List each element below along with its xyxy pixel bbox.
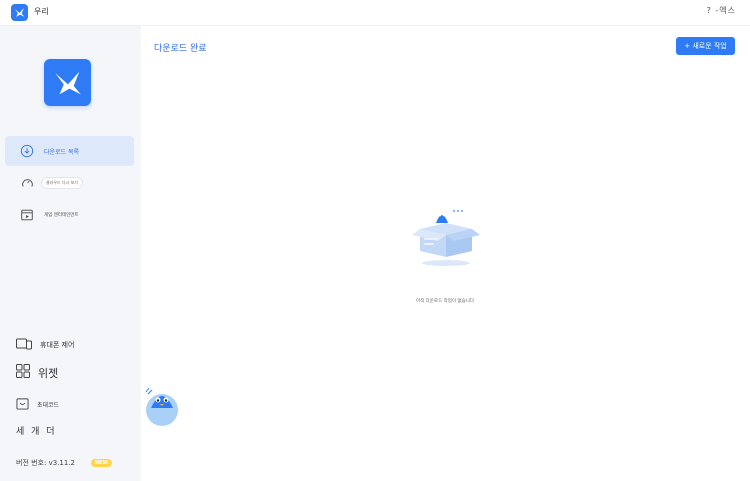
sidebar-item-games[interactable]: 게임 엔터테인먼트 — [5, 200, 134, 230]
sidebar-item-cloud[interactable]: 클라우드 다시 보기 — [5, 168, 134, 198]
invite-code-button[interactable]: 초대코드 — [16, 395, 59, 414]
app-logo-icon — [44, 59, 91, 106]
gift-icon — [16, 395, 29, 414]
sidebar-item-downloads[interactable]: 다운로드 목록 — [5, 136, 134, 166]
grid-icon — [16, 363, 30, 382]
sidebar: 다운로드 목록 클라우드 다시 보기 게임 엔터테인먼트 휴대폰 제어 위젯 초… — [0, 26, 141, 481]
version-info: 버전 번호: v3.11.2 NEW — [16, 458, 113, 468]
widgets-button[interactable]: 위젯 — [16, 363, 58, 382]
more-label: 세 개 더 — [16, 427, 57, 437]
new-task-button[interactable]: + 새로운 작업 — [676, 37, 735, 55]
widgets-label: 위젯 — [38, 366, 59, 380]
mascot-bird-icon[interactable] — [143, 382, 181, 426]
download-icon — [19, 143, 35, 159]
empty-box-illustration-icon — [406, 203, 486, 269]
phone-control-button[interactable]: 휴대폰 제어 — [16, 335, 74, 354]
invite-code-label: 초대코드 — [37, 402, 60, 409]
page-title: 다운로드 완료 — [154, 44, 207, 54]
app-logo-icon — [11, 4, 28, 21]
sidebar-item-label: 게임 엔터테인먼트 — [44, 213, 79, 218]
phone-icon — [16, 335, 32, 354]
phone-control-label: 휴대폰 제어 — [40, 340, 75, 349]
sidebar-item-label: 클라우드 다시 보기 — [41, 177, 83, 189]
app-title: 우리 — [34, 7, 49, 16]
empty-state-message: 아직 다운로드 작업이 없습니다 — [415, 299, 475, 304]
version-label: 버전 번호: v3.11.2 — [16, 459, 75, 467]
new-badge[interactable]: NEW — [90, 459, 113, 467]
title-bar: 우리 ? -엑스 — [0, 0, 750, 26]
more-button[interactable]: 세 개 더 — [16, 424, 57, 437]
video-icon — [19, 207, 35, 223]
window-controls[interactable]: ? -엑스 — [707, 5, 736, 16]
cloud-icon — [19, 175, 35, 191]
sidebar-item-label: 다운로드 목록 — [44, 148, 80, 156]
